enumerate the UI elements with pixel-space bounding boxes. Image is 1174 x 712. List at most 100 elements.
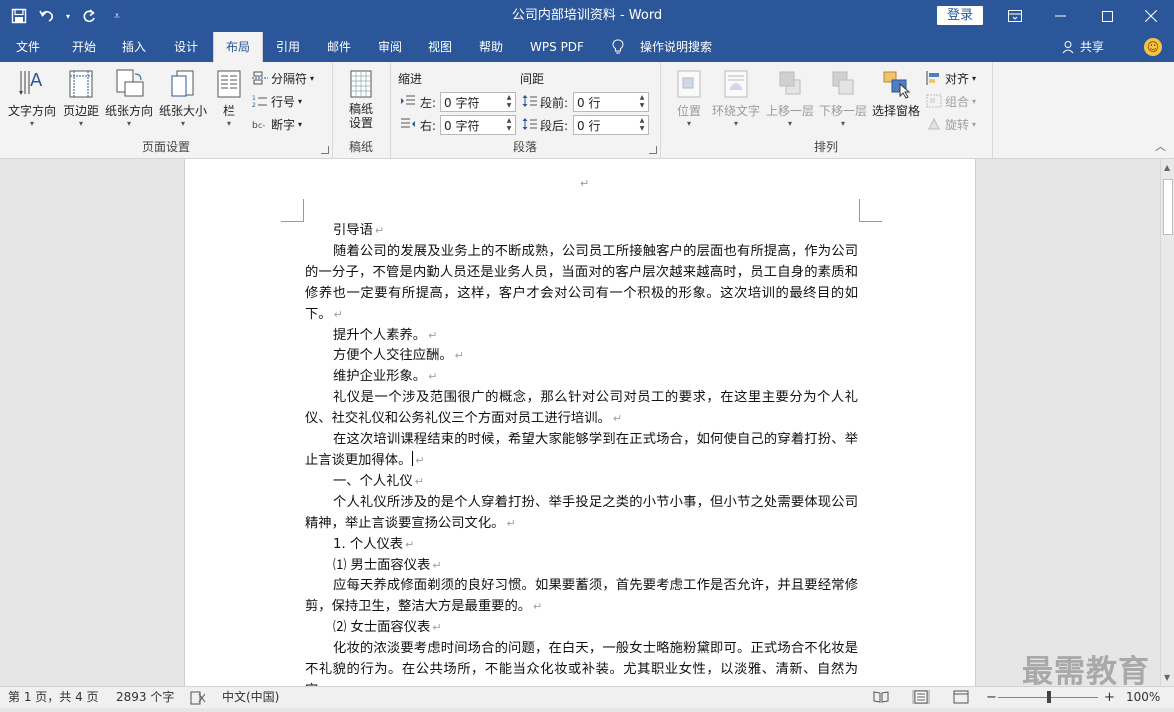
spacing-after-field[interactable]: 0 行 ▲ ▼ (573, 115, 649, 135)
web-layout-icon[interactable] (952, 690, 970, 704)
tab-help[interactable]: 帮助 (469, 32, 513, 62)
bring-forward-button[interactable]: 上移一层 ▾ (764, 68, 816, 128)
zoom-out-button[interactable]: − (986, 687, 997, 708)
rotate-button[interactable]: 旋转 ▾ (926, 114, 976, 134)
tab-references[interactable]: 引用 (266, 32, 310, 62)
spin-arrows-icon[interactable]: ▲ ▼ (504, 94, 514, 110)
tab-file[interactable]: 文件 (6, 32, 50, 62)
undo-dropdown-icon[interactable]: ▾ (64, 5, 72, 27)
save-icon[interactable] (8, 5, 30, 27)
heading-paragraph[interactable]: 一、个人礼仪 ↵ (305, 472, 858, 493)
align-label: 对齐 (945, 71, 970, 86)
indent-right-field[interactable]: 0 字符 ▲ ▼ (440, 115, 516, 135)
list-paragraph[interactable]: ⑵ 女士面容仪表 ↵ (305, 618, 858, 639)
manuscript-grid-icon (345, 68, 377, 100)
hyphenation-label: 断字 (271, 117, 296, 132)
document-canvas: ↵ 引导语 ↵ 随着公司的发展及业务上的不断成熟，公司员工所接触客户的层面也有所提… (0, 159, 1160, 686)
paragraph[interactable]: 礼仪是一个涉及范围很广的概念，那么针对公司对员工的要求，在这里主要分为个人礼仪、… (305, 388, 858, 430)
page-count[interactable]: 第 1 页，共 4 页 (8, 687, 99, 708)
orientation-button[interactable]: 纸张方向 ▾ (102, 68, 156, 128)
scroll-down-icon[interactable]: ▼ (1164, 673, 1170, 682)
document-page[interactable]: ↵ 引导语 ↵ 随着公司的发展及业务上的不断成熟，公司员工所接触客户的层面也有所提… (184, 159, 976, 686)
tab-review[interactable]: 审阅 (368, 32, 412, 62)
tab-view[interactable]: 视图 (418, 32, 462, 62)
vertical-scrollbar[interactable]: ▲ ▼ (1160, 159, 1174, 686)
page-setup-dialog-launcher[interactable] (321, 146, 329, 154)
language-indicator[interactable]: 中文(中国) (222, 687, 279, 708)
wrap-text-label: 环绕文字 (711, 104, 760, 118)
proofing-icon[interactable] (190, 687, 206, 708)
print-layout-icon[interactable] (912, 690, 930, 704)
tell-me-search[interactable]: 操作说明搜索 (634, 32, 718, 62)
scroll-up-icon[interactable]: ▲ (1164, 163, 1170, 172)
spin-arrows-icon[interactable]: ▲ ▼ (637, 117, 647, 133)
margins-button[interactable]: 页边距 ▾ (60, 68, 102, 128)
share-button[interactable]: 共享 (1062, 32, 1104, 62)
zoom-level[interactable]: 100% (1126, 687, 1160, 708)
rotate-label: 旋转 (945, 117, 970, 132)
list-paragraph[interactable]: 1. 个人仪表 ↵ (305, 535, 858, 556)
paragraph[interactable]: 引导语 ↵ (305, 221, 858, 242)
group-icon (926, 94, 942, 108)
send-backward-label: 下移一层 (818, 104, 867, 118)
minimize-icon[interactable] (1038, 0, 1084, 32)
send-backward-button[interactable]: 下移一层 ▾ (817, 68, 869, 128)
manuscript-settings-button[interactable]: 稿纸 设置 (338, 68, 384, 130)
position-button[interactable]: 位置 ▾ (670, 68, 708, 128)
ribbon-display-options-icon[interactable] (992, 0, 1038, 32)
paper-size-button[interactable]: 纸张大小 ▾ (156, 68, 210, 128)
document-body[interactable]: 引导语 ↵ 随着公司的发展及业务上的不断成熟，公司员工所接触客户的层面也有所提高，… (305, 221, 858, 686)
hyphenation-button[interactable]: b c- 断字 ▾ (252, 114, 302, 134)
paragraph[interactable]: 提升个人素养。 ↵ (305, 326, 858, 347)
columns-button[interactable]: 栏 ▾ (212, 68, 246, 128)
tab-layout[interactable]: 布局 (213, 32, 263, 63)
paragraph-dialog-launcher[interactable] (649, 146, 657, 154)
scroll-thumb[interactable] (1163, 179, 1173, 235)
spacing-before-field[interactable]: 0 行 ▲ ▼ (573, 92, 649, 112)
selection-pane-button[interactable]: 选择窗格 (870, 68, 922, 119)
arrange-group: 位置 ▾ 环绕文字 ▾ 上移一层 ▾ 下移一层 ▾ 选择窗格 对齐 ▾ 组合 ▾… (660, 62, 993, 158)
undo-icon[interactable] (36, 5, 58, 27)
paragraph[interactable]: 在这次培训课程结束的时候，希望大家能够学到在正式场合，如何使自己的穿着打扮、举止… (305, 430, 858, 472)
bring-forward-icon (774, 68, 806, 100)
tab-home[interactable]: 开始 (62, 32, 106, 62)
text-cursor (412, 450, 414, 466)
redo-icon[interactable] (78, 5, 100, 27)
spin-arrows-icon[interactable]: ▲ ▼ (504, 117, 514, 133)
read-mode-icon[interactable] (872, 690, 890, 704)
close-icon[interactable] (1128, 0, 1174, 32)
indent-left-field[interactable]: 0 字符 ▲ ▼ (440, 92, 516, 112)
spacing-before-icon (522, 94, 538, 108)
person-icon (1062, 41, 1074, 54)
paragraph[interactable]: 随着公司的发展及业务上的不断成熟，公司员工所接触客户的层面也有所提高，作为公司的… (305, 242, 858, 326)
maximize-icon[interactable] (1084, 0, 1130, 32)
spin-arrows-icon[interactable]: ▲ ▼ (637, 94, 647, 110)
list-paragraph[interactable]: ⑴ 男士面容仪表 ↵ (305, 556, 858, 577)
align-button[interactable]: 对齐 ▾ (926, 68, 976, 88)
customize-icon[interactable]: ⩡ (106, 5, 128, 27)
watermark-text: 最需教育 (1022, 654, 1150, 690)
login-button[interactable]: 登录 (937, 6, 983, 25)
wrap-text-button[interactable]: 环绕文字 ▾ (710, 68, 762, 128)
tab-wps-pdf[interactable]: WPS PDF (524, 32, 590, 62)
tab-design[interactable]: 设计 (164, 32, 208, 62)
breaks-label: 分隔符 (271, 71, 308, 86)
paragraph[interactable]: 维护企业形象。 ↵ (305, 367, 858, 388)
zoom-in-button[interactable]: + (1104, 687, 1115, 708)
collapse-ribbon-icon[interactable]: ︿ (1155, 138, 1166, 154)
word-count[interactable]: 2893 个字 (116, 687, 174, 708)
paragraph[interactable]: 方便个人交往应酬。 ↵ (305, 346, 858, 367)
group-objects-button[interactable]: 组合 ▾ (926, 91, 976, 111)
breaks-button[interactable]: 分隔符 ▾ (252, 68, 314, 88)
zoom-slider-thumb[interactable] (1047, 691, 1051, 703)
smiley-feedback-icon[interactable]: ☺ (1144, 38, 1162, 56)
tab-mailings[interactable]: 邮件 (317, 32, 361, 62)
ribbon: A 文字方向 ▾ 页边距 ▾ 纸张方向 ▾ 纸张大小 ▾ 栏 ▾ 分隔符 ▾ 1… (0, 62, 1174, 159)
tab-insert[interactable]: 插入 (112, 32, 156, 62)
paragraph[interactable]: 个人礼仪所涉及的是个人穿着打扮、举手投足之类的小节小事，但小节之处需要体现公司精… (305, 493, 858, 535)
bring-forward-label: 上移一层 (765, 104, 814, 118)
line-numbers-button[interactable]: 12 行号 ▾ (252, 91, 302, 111)
paragraph[interactable]: 应每天养成修面剃须的良好习惯。如果要蓄须，首先要考虑工作是否允许，并且要经常修剪… (305, 576, 858, 618)
text-direction-button[interactable]: A 文字方向 ▾ (4, 68, 60, 128)
paragraph[interactable]: 化妆的浓淡要考虑时间场合的问题，在白天，一般女士略施粉黛即可。正式场合不化妆是不… (305, 639, 858, 686)
